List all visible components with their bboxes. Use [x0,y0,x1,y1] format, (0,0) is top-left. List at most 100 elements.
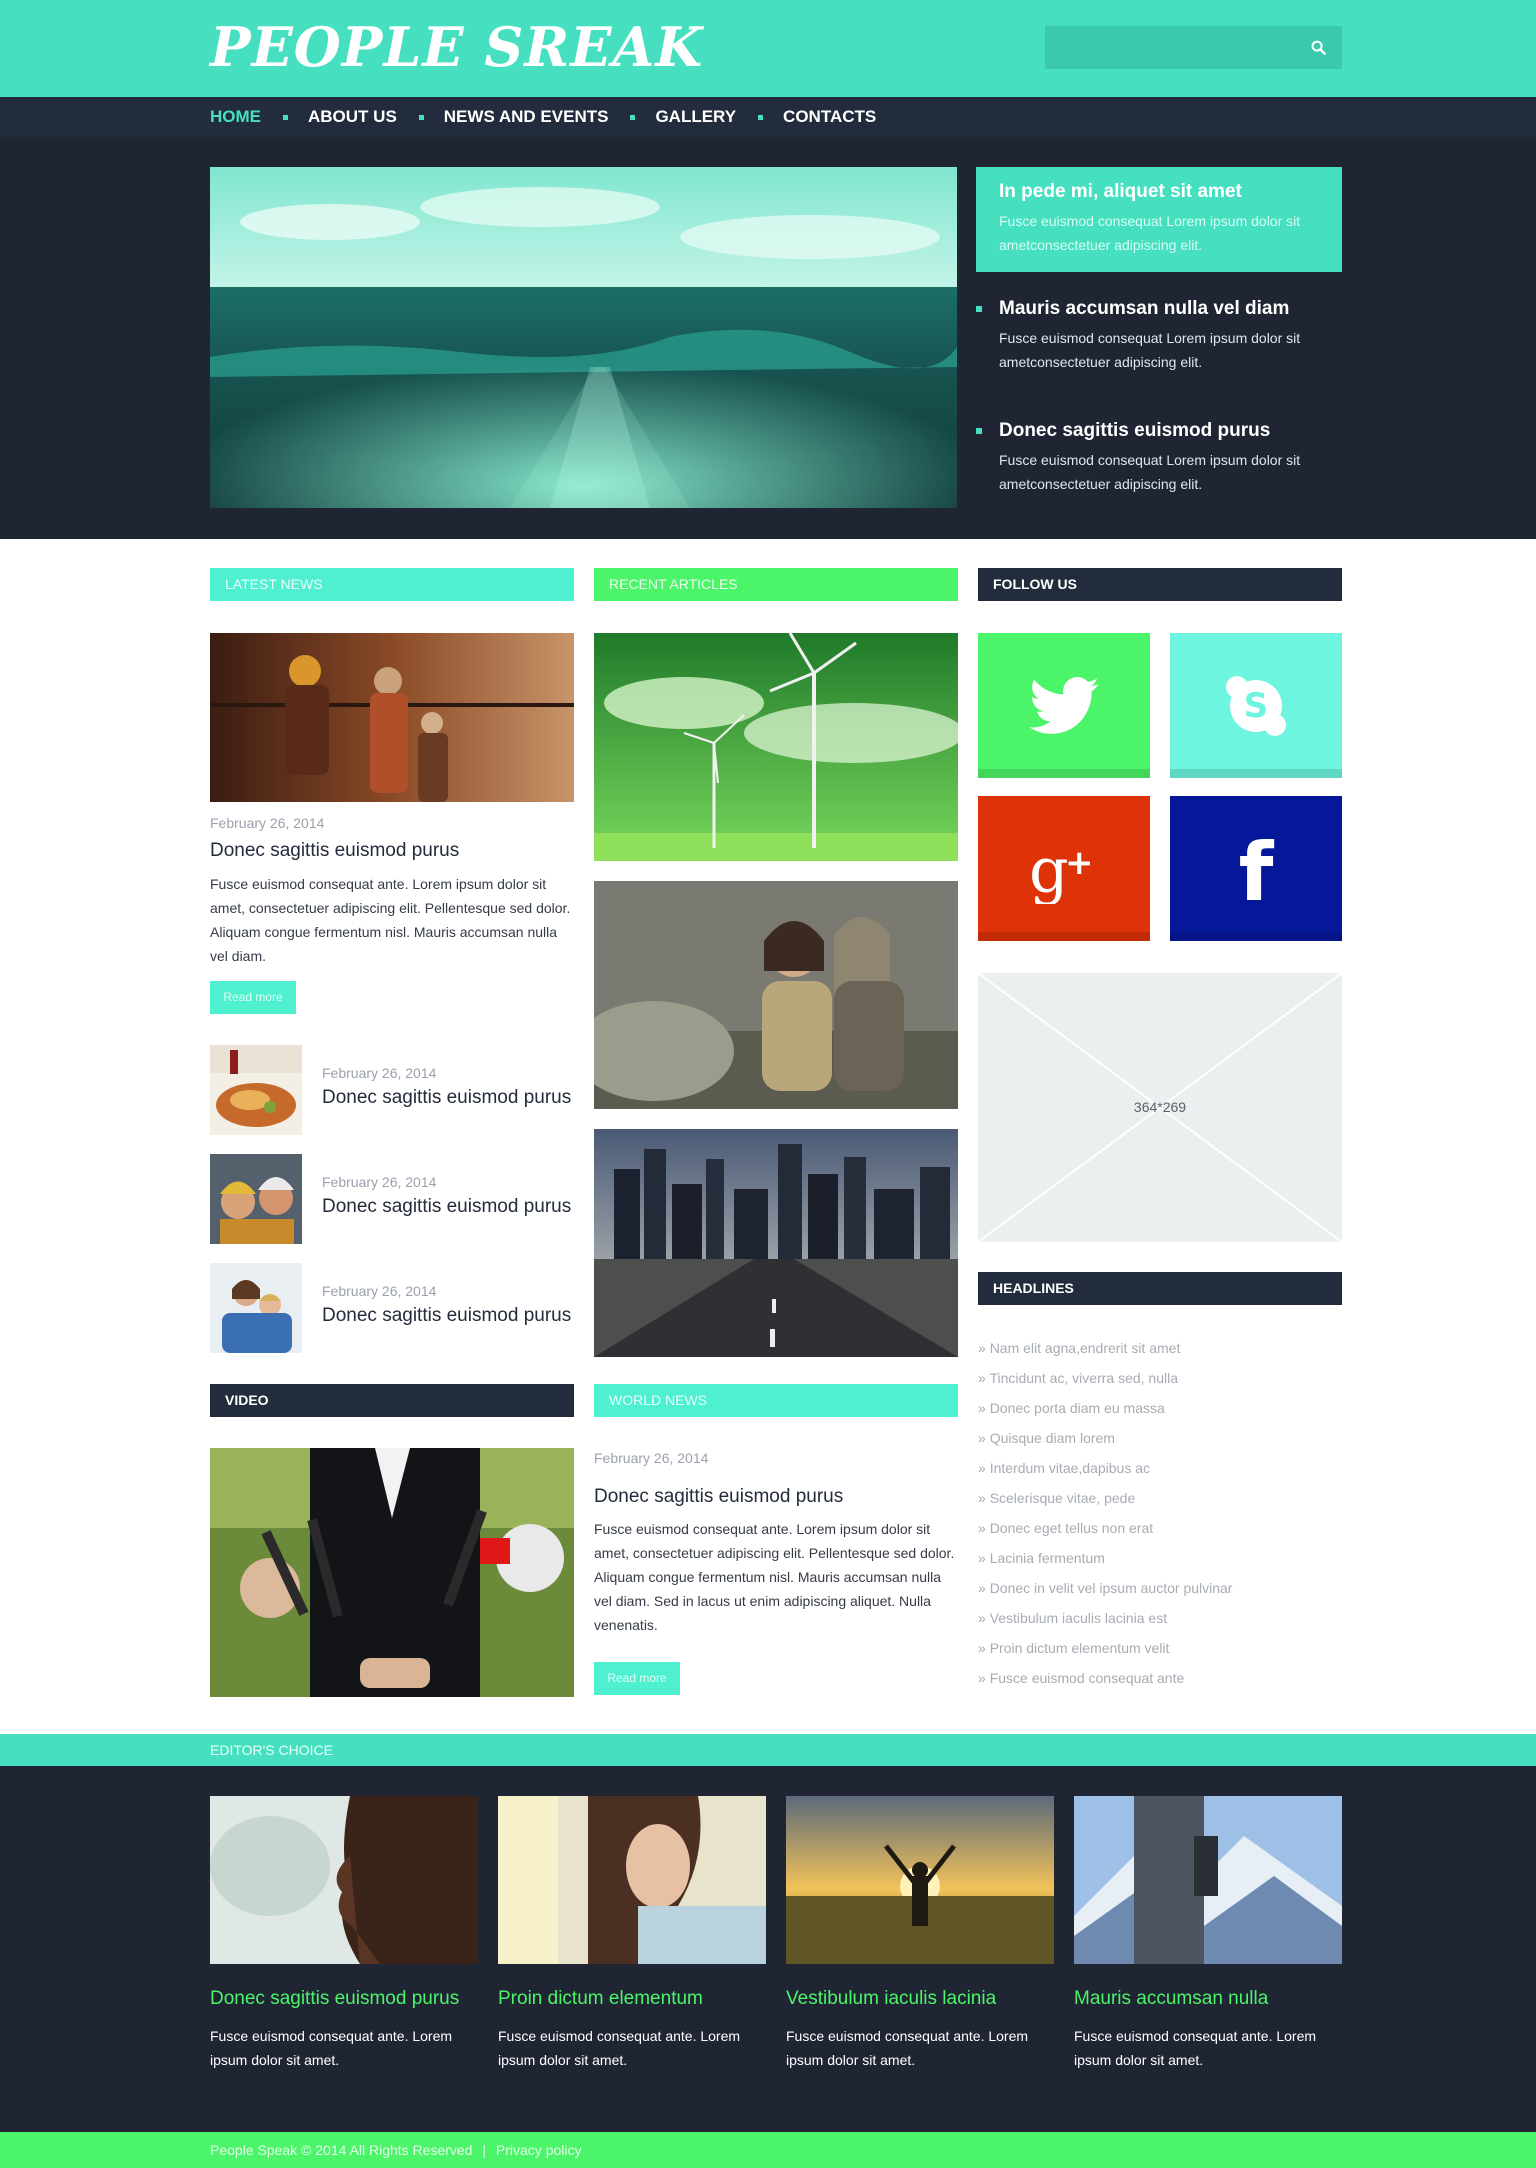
headlines-heading: HEADLINES [978,1272,1342,1305]
nav-news-and-events[interactable]: NEWS AND EVENTS [444,107,609,127]
site-footer: People Speak © 2014 All Rights Reserved … [0,2132,1536,2168]
hero-side-item-text: Fusce euismod consequat Lorem ipsum dolo… [999,452,1301,492]
news-date: February 26, 2014 [210,815,325,831]
latest-news-feature-image[interactable] [210,633,574,802]
editors-choice-title[interactable]: Mauris accumsan nulla [1074,1988,1342,2010]
news-thumbnail [210,1045,302,1135]
news-title[interactable]: Donec sagittis euismod purus [210,840,459,862]
editors-choice-title[interactable]: Vestibulum iaculis lacinia [786,1988,1054,2010]
editors-choice-image [210,1796,478,1964]
nav-gallery[interactable]: GALLERY [655,107,736,127]
hero-side-list: In pede mi, aliquet sit amet Fusce euism… [976,167,1342,510]
nav-contacts[interactable]: CONTACTS [783,107,876,127]
placeholder-label: 364*269 [1133,1099,1187,1115]
editors-choice-text: Fusce euismod consequat ante. Lorem ipsu… [786,2028,1029,2068]
headline-link[interactable]: Interdum vitae,dapibus ac [978,1456,1342,1486]
headline-link[interactable]: Fusce euismod consequat ante [978,1666,1342,1696]
editors-choice-heading: EDITOR'S CHOICE [210,1742,333,1758]
article-image-city-road[interactable] [594,1129,958,1357]
twitter-button[interactable] [978,633,1150,778]
skype-button[interactable]: S [1170,633,1342,778]
world-news-date: February 26, 2014 [594,1450,709,1466]
headline-link[interactable]: Donec porta diam eu massa [978,1396,1342,1426]
site-logo[interactable]: PEOPLE SREAK [210,16,703,78]
article-image-women[interactable] [594,881,958,1109]
hero-slider-image[interactable] [210,167,957,508]
twitter-icon [1029,676,1099,734]
hero-side-item-text: Fusce euismod consequat Lorem ipsum dolo… [999,330,1301,370]
editors-choice-title[interactable]: Donec sagittis euismod purus [210,1988,478,2010]
follow-us-heading: FOLLOW US [978,568,1342,601]
search-box [1045,26,1342,69]
nav-about-us[interactable]: ABOUT US [308,107,397,127]
editors-choice-bar: EDITOR'S CHOICE [0,1734,1536,1766]
bullet-icon [976,306,982,312]
hero-side-item[interactable]: Mauris accumsan nulla vel diam Fusce eui… [976,284,1342,388]
news-thumbnail [210,1263,302,1353]
svg-text:+: + [1065,843,1094,883]
editors-choice-section: Donec sagittis euismod purus Fusce euism… [0,1766,1536,2132]
recent-articles-heading: RECENT ARTICLES [594,568,958,601]
search-icon [1311,40,1326,55]
headline-link[interactable]: Proin dictum elementum velit [978,1636,1342,1666]
search-button[interactable] [1295,26,1342,69]
ad-placeholder: 364*269 [978,973,1342,1242]
world-news-heading: WORLD NEWS [594,1384,958,1417]
google-plus-button[interactable]: g + [978,796,1150,941]
nav-separator [283,114,288,120]
headline-link[interactable]: Lacinia fermentum [978,1546,1342,1576]
news-excerpt: Fusce euismod consequat ante. Lorem ipsu… [210,876,571,964]
editors-choice-title[interactable]: Proin dictum elementum [498,1988,766,2010]
facebook-button[interactable]: f [1170,796,1342,941]
editors-choice-item[interactable]: Donec sagittis euismod purus Fusce euism… [210,1796,478,2072]
headline-link[interactable]: Donec in velit vel ipsum auctor pulvinar [978,1576,1342,1606]
video-player[interactable] [210,1448,574,1697]
bullet-icon [976,428,982,434]
list-item[interactable]: February 26, 2014 Donec sagittis euismod… [210,1154,574,1244]
headline-link[interactable]: Nam elit agna,endrerit sit amet [978,1336,1342,1366]
editors-choice-item[interactable]: Proin dictum elementum Fusce euismod con… [498,1796,766,2072]
list-item[interactable]: February 26, 2014 Donec sagittis euismod… [210,1045,574,1135]
hero-side-item-title: Mauris accumsan nulla vel diam [999,298,1290,319]
nav-home[interactable]: HOME [210,107,261,127]
headlines-list: Nam elit agna,endrerit sit amet Tincidun… [978,1336,1342,1696]
world-news-title[interactable]: Donec sagittis euismod purus [594,1486,843,1508]
search-input[interactable] [1045,26,1295,69]
privacy-policy-link[interactable]: Privacy policy [496,2142,582,2158]
list-item[interactable]: February 26, 2014 Donec sagittis euismod… [210,1263,574,1353]
footer-copyright-line: People Speak © 2014 All Rights Reserved … [210,2132,582,2168]
nav-separator [758,114,764,120]
nav-separator [418,114,424,120]
editors-choice-item[interactable]: Vestibulum iaculis lacinia Fusce euismod… [786,1796,1054,2072]
svg-text:f: f [1239,832,1275,906]
facebook-icon: f [1239,832,1275,906]
read-more-button[interactable]: Read more [594,1662,680,1695]
main-nav: HOME ABOUT US NEWS AND EVENTS GALLERY CO… [0,97,1536,137]
headline-link[interactable]: Quisque diam lorem [978,1426,1342,1456]
read-more-button[interactable]: Read more [210,981,296,1014]
editors-choice-item[interactable]: Mauris accumsan nulla Fusce euismod cons… [1074,1796,1342,2072]
article-image-wind-turbines[interactable] [594,633,958,861]
news-title[interactable]: Donec sagittis euismod purus [322,1087,571,1109]
news-date: February 26, 2014 [322,1065,437,1081]
editors-choice-text: Fusce euismod consequat ante. Lorem ipsu… [210,2028,453,2068]
editors-choice-image [1074,1796,1342,1964]
headline-link[interactable]: Donec eget tellus non erat [978,1516,1342,1546]
hero-side-item[interactable]: In pede mi, aliquet sit amet Fusce euism… [976,167,1342,272]
headline-link[interactable]: Vestibulum iaculis lacinia est [978,1606,1342,1636]
headline-link[interactable]: Tincidunt ac, viverra sed, nulla [978,1366,1342,1396]
footer-separator: | [482,2142,487,2158]
editors-choice-text: Fusce euismod consequat ante. Lorem ipsu… [1074,2028,1317,2068]
news-title[interactable]: Donec sagittis euismod purus [322,1305,571,1327]
svg-text:S: S [1244,686,1269,726]
hero-side-item-title: Donec sagittis euismod purus [999,420,1271,441]
hero-side-item-text: Fusce euismod consequat Lorem ipsum dolo… [999,213,1301,253]
hero-side-item-title: In pede mi, aliquet sit amet [999,181,1242,202]
editors-choice-image [498,1796,766,1964]
news-date: February 26, 2014 [322,1174,437,1190]
latest-news-heading: LATEST NEWS [210,568,574,601]
hero-side-item[interactable]: Donec sagittis euismod purus Fusce euism… [976,406,1342,510]
svg-text:g: g [1029,834,1069,904]
headline-link[interactable]: Scelerisque vitae, pede [978,1486,1342,1516]
news-title[interactable]: Donec sagittis euismod purus [322,1196,571,1218]
